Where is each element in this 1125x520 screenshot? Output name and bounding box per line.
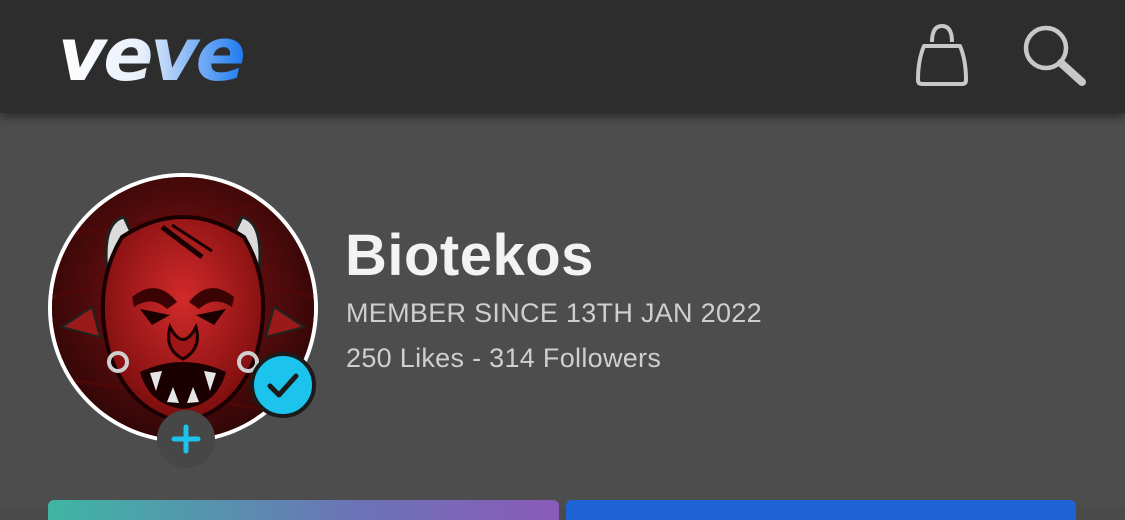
follow-button[interactable]: [157, 410, 215, 468]
veve-logo[interactable]: veve: [58, 18, 268, 90]
shopping-bag-icon[interactable]: [910, 20, 974, 90]
profile-action-button-left[interactable]: [48, 500, 559, 520]
verified-check-icon: [250, 352, 316, 418]
logo-text: veve: [58, 18, 244, 90]
likes-followers-stats: 250 Likes - 314 Followers: [346, 343, 662, 373]
profile-action-button-right[interactable]: [566, 500, 1076, 520]
plus-icon: [171, 424, 201, 454]
checkmark-glyph: [267, 373, 299, 398]
username: Biotekos: [345, 223, 594, 288]
top-nav-bar: veve: [0, 0, 1125, 113]
member-since-text: MEMBER SINCE 13TH JAN 2022: [346, 298, 762, 328]
search-icon[interactable]: [1020, 22, 1090, 90]
